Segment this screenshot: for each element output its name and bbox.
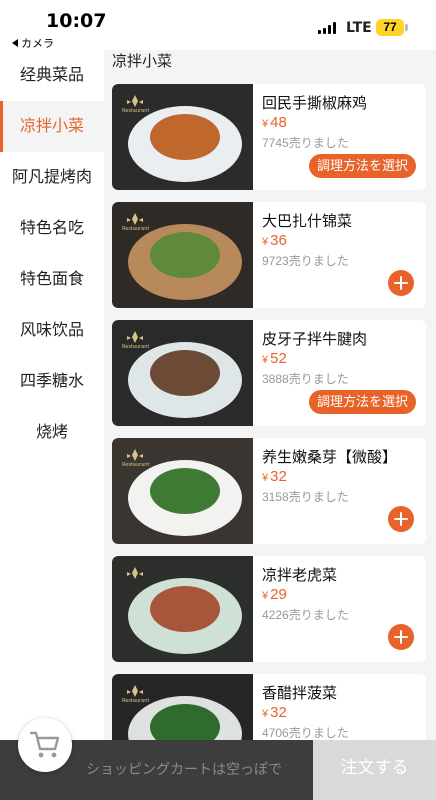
dish-card[interactable]: Restaurant 大巴扎什锦菜 ¥36 9723売りました — [112, 202, 426, 308]
sold-count: 3888売りました — [262, 372, 349, 386]
battery-tip — [405, 24, 408, 31]
dish-price: ¥48 — [262, 114, 287, 131]
currency-symbol: ¥ — [262, 236, 269, 248]
sold-count: 3158売りました — [262, 490, 349, 504]
dish-price: ¥32 — [262, 468, 287, 485]
sold-count: 4226売りました — [262, 608, 349, 622]
dish-name: 大巴扎什锦菜 — [262, 213, 353, 230]
dish-name: 养生嫩桑芽【微酸】 — [262, 449, 398, 466]
logo-text: Restaurant — [122, 698, 150, 704]
logo-text: Restaurant — [122, 462, 150, 468]
dish-price: ¥52 — [262, 350, 287, 367]
back-arrow-icon — [12, 39, 18, 47]
sold-count: 9723売りました — [262, 254, 349, 268]
currency-symbol: ¥ — [262, 118, 269, 130]
dish-name: 凉拌老虎菜 — [262, 567, 338, 584]
signal-icon — [318, 22, 338, 34]
logo-text: Restaurant — [122, 108, 150, 114]
restaurant-logo-icon — [122, 566, 148, 592]
sidebar-item-4[interactable]: 特色面食 — [0, 254, 104, 305]
dish-card[interactable]: 凉拌老虎菜 ¥29 4226売りました — [112, 556, 426, 662]
battery-icon: 77 — [376, 19, 404, 36]
dish-price: ¥29 — [262, 586, 287, 603]
network-label: LTE — [346, 20, 372, 36]
dish-name: 皮牙子拌牛腱肉 — [262, 331, 368, 348]
status-bar: 10:07 カメラ LTE 77 — [0, 0, 436, 50]
restaurant-logo-icon: Restaurant — [122, 330, 150, 356]
dish-card[interactable]: Restaurant 回民手撕椒麻鸡 ¥48 7745売りました調理方法を選択 — [112, 84, 426, 190]
currency-symbol: ¥ — [262, 590, 269, 602]
restaurant-logo-icon: Restaurant — [122, 212, 150, 238]
food-shape — [150, 232, 220, 278]
choose-option-button[interactable]: 調理方法を選択 — [308, 390, 416, 414]
cart-button[interactable] — [18, 718, 72, 772]
price-value: 52 — [270, 350, 287, 367]
add-to-cart-plus-icon[interactable] — [388, 506, 414, 532]
clock: 10:07 — [46, 10, 107, 32]
section-title: 凉拌小菜 — [112, 53, 173, 70]
sold-count: 4706売りました — [262, 726, 349, 740]
dish-photo[interactable]: Restaurant — [112, 84, 253, 190]
cart-empty-label: ショッピングカートは空っぽで — [86, 761, 282, 777]
sidebar-item-1[interactable]: 凉拌小菜 — [0, 101, 104, 152]
dish-list: Restaurant 回民手撕椒麻鸡 ¥48 7745売りました 調理方法を選択 Rest… — [112, 84, 426, 792]
back-label: カメラ — [21, 37, 54, 50]
logo-text: Restaurant — [122, 226, 150, 232]
price-value: 48 — [270, 114, 287, 131]
add-to-cart-plus-icon[interactable] — [388, 270, 414, 296]
price-value: 36 — [270, 232, 287, 249]
dish-name: 香醋拌菠菜 — [262, 685, 338, 702]
dish-name: 回民手撕椒麻鸡 — [262, 95, 368, 112]
dish-card[interactable]: Restaurant 皮牙子拌牛腱肉 ¥52 3888売りました調理方法を選択 — [112, 320, 426, 426]
add-to-cart-plus-icon[interactable] — [388, 624, 414, 650]
dish-card[interactable]: Restaurant 养生嫩桑芽【微酸】 ¥32 3158売りました — [112, 438, 426, 544]
restaurant-logo-icon: Restaurant — [122, 94, 150, 120]
sidebar-item-7[interactable]: 烧烤 — [0, 407, 104, 458]
food-shape — [150, 468, 220, 514]
currency-symbol: ¥ — [262, 708, 269, 720]
food-shape — [150, 586, 220, 632]
logo-text: Restaurant — [122, 344, 150, 350]
sidebar-item-5[interactable]: 风味饮品 — [0, 305, 104, 356]
dish-photo[interactable]: Restaurant — [112, 202, 253, 308]
order-button[interactable]: 注文する — [313, 740, 436, 800]
sidebar-item-2[interactable]: 阿凡提烤肉 — [0, 152, 104, 203]
sold-count: 7745売りました — [262, 136, 349, 150]
sidebar-item-0[interactable]: 经典菜品 — [0, 50, 104, 101]
food-shape — [150, 350, 220, 396]
dish-photo[interactable]: Restaurant — [112, 320, 253, 426]
dish-photo[interactable] — [112, 556, 253, 662]
dish-price: ¥36 — [262, 232, 287, 249]
back-to-app-button[interactable]: カメラ — [12, 35, 54, 51]
price-value: 32 — [270, 704, 287, 721]
dish-photo[interactable]: Restaurant — [112, 438, 253, 544]
cart-icon — [29, 731, 60, 758]
dish-price: ¥32 — [262, 704, 287, 721]
price-value: 29 — [270, 586, 287, 603]
category-sidebar: 经典菜品 凉拌小菜 阿凡提烤肉 特色名吃 特色面食 风味饮品 四季糖水 烧烤 — [0, 50, 104, 740]
choose-option-button[interactable]: 調理方法を選択 — [308, 154, 416, 178]
restaurant-logo-icon: Restaurant — [122, 448, 150, 474]
restaurant-logo-icon: Restaurant — [122, 684, 150, 710]
food-shape — [150, 114, 220, 160]
currency-symbol: ¥ — [262, 354, 269, 366]
sidebar-item-6[interactable]: 四季糖水 — [0, 356, 104, 407]
sidebar-item-3[interactable]: 特色名吃 — [0, 203, 104, 254]
currency-symbol: ¥ — [262, 472, 269, 484]
price-value: 32 — [270, 468, 287, 485]
